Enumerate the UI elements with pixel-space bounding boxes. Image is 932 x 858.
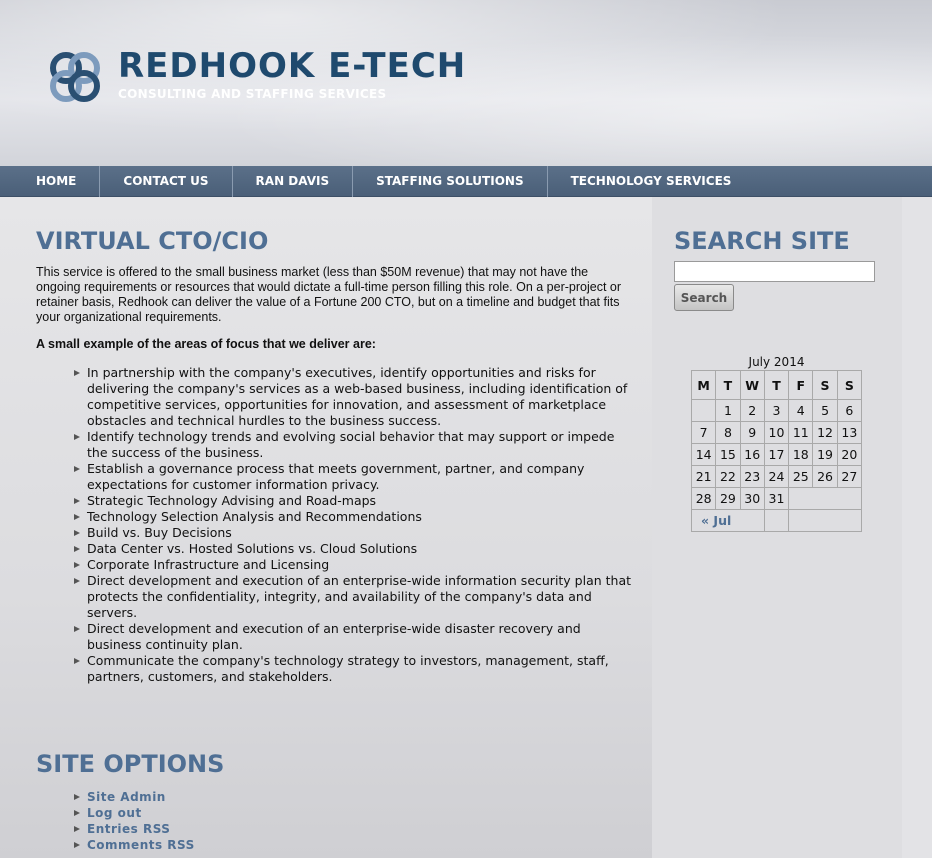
calendar-day: 31	[763, 487, 790, 510]
list-item: Build vs. Buy Decisions	[74, 525, 634, 541]
list-item: Data Center vs. Hosted Solutions vs. Clo…	[74, 541, 634, 557]
calendar-day: 24	[763, 465, 790, 488]
nav-item-ran-davis[interactable]: RAN DAVIS	[233, 165, 354, 197]
calendar-day: 9	[739, 421, 765, 444]
comments-rss-link[interactable]: Comments RSS	[87, 838, 195, 852]
calendar-day: 26	[812, 465, 838, 488]
nav-item-home[interactable]: HOME	[0, 165, 101, 197]
main-nav: HOME CONTACT US RAN DAVIS STAFFING SOLUT…	[0, 165, 932, 197]
weekday-header: T	[763, 370, 790, 400]
weekday-header: F	[788, 370, 814, 400]
site-title[interactable]: REDHOOK E-TECH	[118, 46, 466, 86]
calendar-day: 28	[690, 487, 717, 510]
calendar-day: 22	[715, 465, 741, 488]
calendar-day: 12	[812, 421, 838, 444]
areas-heading: A small example of the areas of focus th…	[36, 337, 376, 351]
search-input[interactable]	[674, 261, 875, 282]
calendar-day: 4	[788, 399, 814, 422]
calendar-day: 20	[836, 443, 863, 466]
calendar-day: 16	[739, 443, 765, 466]
site-options-item: Log out	[74, 805, 195, 821]
calendar-day: 14	[690, 443, 717, 466]
list-item: In partnership with the company's execut…	[74, 365, 634, 429]
calendar-day	[788, 487, 862, 510]
search-heading: SEARCH SITE	[674, 227, 850, 255]
calendar-day: 10	[763, 421, 790, 444]
page-title: VIRTUAL CTO/CIO	[36, 227, 269, 255]
list-item: Strategic Technology Advising and Road-m…	[74, 493, 634, 509]
calendar-day: 6	[836, 399, 863, 422]
sidebar: SEARCH SITE Search July 2014 M T W T F S…	[652, 197, 902, 858]
list-item: Corporate Infrastructure and Licensing	[74, 557, 634, 573]
calendar-day: 19	[812, 443, 838, 466]
weekday-header: S	[836, 370, 863, 400]
list-item: Communicate the company's technology str…	[74, 653, 634, 685]
calendar-caption: July 2014	[748, 355, 805, 369]
site-options-list: Site Admin Log out Entries RSS Comments …	[74, 789, 195, 853]
nav-item-contact-us[interactable]: CONTACT US	[100, 165, 233, 197]
site-options-heading: SITE OPTIONS	[36, 750, 225, 778]
list-item: Establish a governance process that meet…	[74, 461, 634, 493]
calendar-day	[690, 399, 717, 422]
site-options-item: Entries RSS	[74, 821, 195, 837]
calendar-day: 2	[739, 399, 765, 422]
main-content: VIRTUAL CTO/CIO This service is offered …	[0, 197, 652, 858]
calendar-day: 3	[763, 399, 790, 422]
calendar-day: 30	[739, 487, 765, 510]
focus-list: In partnership with the company's execut…	[74, 365, 634, 685]
weekday-header: T	[715, 370, 741, 400]
calendar-day: 29	[715, 487, 741, 510]
calendar-widget: July 2014 M T W T F S S 1 2 3 4 5 6 7 8 …	[690, 354, 863, 532]
calendar-day: 1	[715, 399, 741, 422]
calendar-day: 18	[788, 443, 814, 466]
calendar-spacer	[763, 509, 790, 532]
list-item: Identify technology trends and evolving …	[74, 429, 634, 461]
intro-paragraph: This service is offered to the small bus…	[36, 265, 622, 324]
nav-item-technology-services[interactable]: TECHNOLOGY SERVICES	[548, 166, 755, 197]
site-tagline: CONSULTING AND STAFFING SERVICES	[118, 87, 387, 101]
log-out-link[interactable]: Log out	[87, 806, 142, 820]
site-admin-link[interactable]: Site Admin	[87, 790, 166, 804]
calendar-prev-month-link[interactable]: « Jul	[691, 509, 765, 532]
calendar-day: 11	[788, 421, 814, 444]
weekday-header: S	[812, 370, 838, 400]
list-item: Technology Selection Analysis and Recomm…	[74, 509, 634, 525]
weekday-header: W	[739, 370, 765, 400]
site-header: REDHOOK E-TECH CONSULTING AND STAFFING S…	[0, 0, 932, 166]
calendar-day: 7	[690, 421, 717, 444]
calendar-day: 25	[788, 465, 814, 488]
calendar-day: 8	[715, 421, 741, 444]
interlocking-rings-logo-icon[interactable]	[46, 48, 104, 106]
calendar-next-month-empty	[788, 509, 862, 532]
right-margin	[902, 197, 932, 858]
site-options-item: Comments RSS	[74, 837, 195, 853]
calendar-day: 21	[690, 465, 717, 488]
calendar-day: 5	[812, 399, 838, 422]
calendar-day: 27	[836, 465, 863, 488]
calendar-table: M T W T F S S 1 2 3 4 5 6 7 8 9 10 11 12…	[690, 370, 863, 532]
calendar-day: 15	[715, 443, 741, 466]
weekday-header: M	[690, 370, 717, 400]
calendar-day: 23	[739, 465, 765, 488]
list-item: Direct development and execution of an e…	[74, 573, 634, 621]
search-button[interactable]: Search	[674, 284, 734, 311]
calendar-day: 13	[836, 421, 863, 444]
site-options-item: Site Admin	[74, 789, 195, 805]
list-item: Direct development and execution of an e…	[74, 621, 634, 653]
nav-item-staffing-solutions[interactable]: STAFFING SOLUTIONS	[353, 165, 548, 197]
entries-rss-link[interactable]: Entries RSS	[87, 822, 170, 836]
calendar-day: 17	[763, 443, 790, 466]
